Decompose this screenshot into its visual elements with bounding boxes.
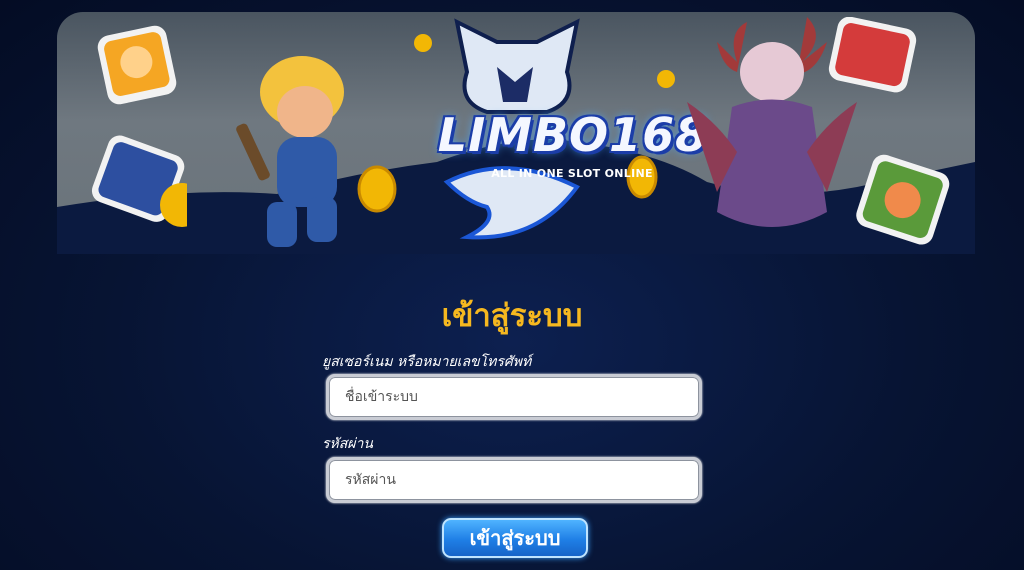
game-tile-icon (856, 154, 950, 245)
password-label: รหัสผ่าน (322, 436, 373, 452)
page-title: เข้าสู่ระบบ (441, 298, 583, 334)
login-button[interactable]: เข้าสู่ระบบ (442, 518, 588, 558)
brand-tagline: ALL IN ONE SLOT ONLINE (491, 167, 653, 180)
username-input[interactable] (326, 374, 702, 420)
hero-banner: LIMBO168 ALL IN ONE SLOT ONLINE (57, 12, 975, 254)
password-input[interactable] (326, 457, 702, 503)
game-tile-icon (91, 135, 187, 227)
hero-character-image (236, 56, 344, 247)
game-tile-icon (828, 17, 917, 93)
coin-icon (657, 70, 675, 88)
game-tile-icon (97, 25, 177, 105)
username-label: ยูสเซอร์เนม หรือหมายเลขโทรศัพท์ (322, 354, 532, 370)
brand-logo-text: LIMBO168 (437, 108, 709, 162)
coin-icon (357, 165, 397, 213)
